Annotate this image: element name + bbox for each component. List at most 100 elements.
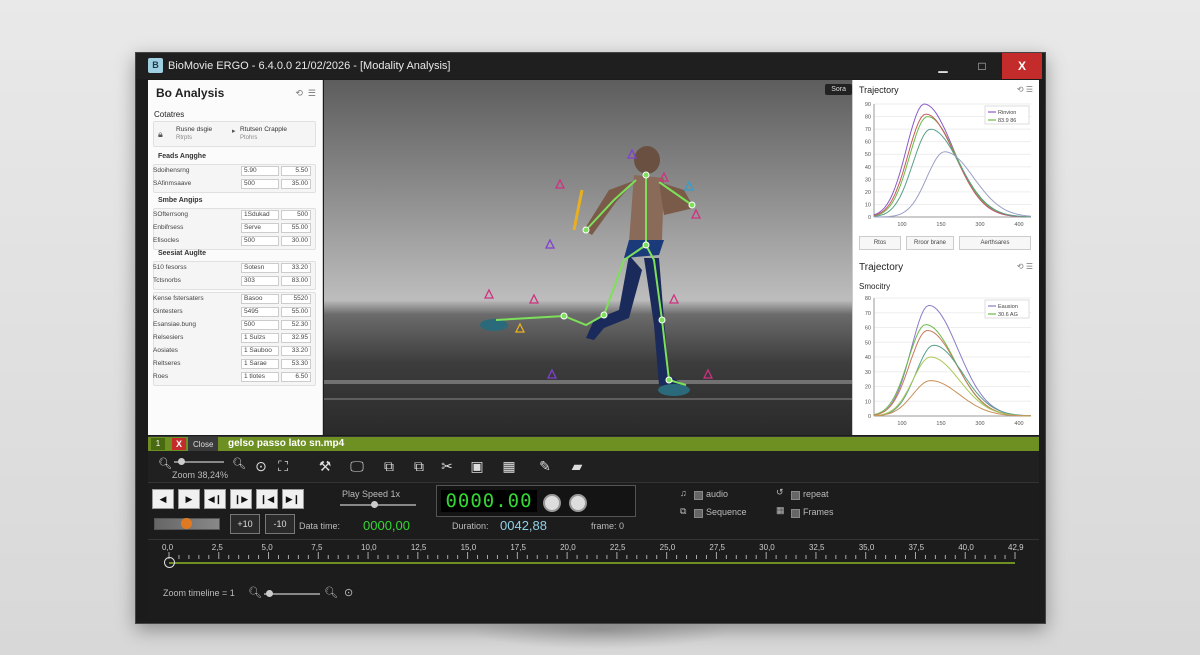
volume-knob[interactable] (181, 518, 192, 529)
angle-row-value[interactable]: 1 tlotes (241, 372, 279, 382)
minimize-button[interactable]: ▁ (923, 53, 963, 79)
maximize-button[interactable]: □ (962, 53, 1002, 79)
edit-note-icon[interactable]: ✎ (536, 457, 554, 475)
angle-row-result[interactable]: 83.00 (281, 276, 311, 286)
fit-screen-icon[interactable]: ⛶ (274, 457, 292, 475)
close-file-icon[interactable]: X (172, 438, 186, 450)
angle-row[interactable]: SAfinmsaave 500 35.00 (153, 179, 311, 190)
angle-row[interactable]: Roes 1 tlotes 6.50 (153, 372, 311, 383)
timeline-zoom-in-icon[interactable]: 🔍︎ (324, 586, 338, 599)
copy-frame-icon[interactable]: ⧉ (410, 457, 428, 475)
snapshot-icon[interactable]: ▦ (500, 457, 518, 475)
menu-icon[interactable]: ☰ (1026, 85, 1033, 94)
speed-slider-knob[interactable] (371, 501, 378, 508)
scissors-icon[interactable]: ✂ (438, 457, 456, 475)
angle-row-value[interactable]: 500 (241, 236, 279, 246)
step-back-button[interactable]: ◀ (152, 489, 174, 509)
angle-row[interactable]: Esansiae.bung 500 52.30 (153, 320, 311, 331)
angle-row-result[interactable]: 52.30 (281, 320, 311, 330)
timeline-playhead[interactable] (164, 557, 175, 568)
angle-row[interactable]: Aosiates 1 Sauboo 33.20 (153, 346, 311, 357)
chart-btn-aerth[interactable]: Aerthsares (959, 236, 1031, 250)
angle-row-value[interactable]: 1Sdukad (241, 210, 279, 220)
monitor-icon[interactable]: 🖵︎ (348, 457, 366, 475)
timeline-zoom-out-icon[interactable]: 🔍︎ (248, 586, 262, 599)
angle-row-result[interactable]: 500 (281, 210, 311, 220)
speedometer-icon[interactable] (543, 494, 561, 512)
close-file-button[interactable]: Close (188, 437, 219, 452)
refresh-icon[interactable]: ⟲ (1017, 85, 1024, 94)
angle-row-result[interactable]: 32.95 (281, 333, 311, 343)
timeline-zoom-reset-icon[interactable]: ⊙ (344, 586, 353, 599)
angle-row[interactable]: 510 fesorss Sotesn 33.20 (153, 263, 311, 274)
timeline-tick-label: 7,5 (311, 543, 323, 552)
angle-row-result[interactable]: 53.30 (281, 359, 311, 369)
angle-row-result[interactable]: 35.00 (281, 179, 311, 189)
stopwatch-icon[interactable] (569, 494, 587, 512)
angle-row[interactable]: SOfterrsong 1Sdukad 500 (153, 210, 311, 221)
angle-row[interactable]: Sdoihensrng 5.90 5.50 (153, 166, 311, 177)
angle-row-value[interactable]: 1 Sarae (241, 359, 279, 369)
go-end-button[interactable]: ▶❙ (282, 489, 304, 509)
sequence-checkbox[interactable] (694, 509, 703, 518)
y-tick-label: 60 (865, 326, 871, 332)
close-window-button[interactable]: X (1002, 53, 1042, 79)
tools-icon[interactable]: ⚒ (316, 457, 334, 475)
menu-icon[interactable]: ☰ (308, 88, 316, 98)
chart-btn-rroor[interactable]: Rroor brane (906, 236, 954, 250)
chart1-icons: ⟲ ☰ (1017, 85, 1033, 94)
angle-row-value[interactable]: 5495 (241, 307, 279, 317)
zoom-in-icon[interactable]: 🔍︎ (230, 455, 248, 473)
angle-row-result[interactable]: 5520 (281, 294, 311, 304)
frames-checkbox[interactable] (791, 509, 800, 518)
mode-card[interactable]: 🔒︎ Rusne dsgie Rtrpts ▸ Rtutsen Crapple … (153, 121, 316, 147)
angle-row[interactable]: Efisocles 500 30.00 (153, 236, 311, 247)
repeat-checkbox[interactable] (791, 491, 800, 500)
angle-row-result[interactable]: 55.00 (281, 223, 311, 233)
angle-row-value[interactable]: 500 (241, 179, 279, 189)
prev-frame-button[interactable]: ◀❙ (204, 489, 226, 509)
angle-row[interactable]: Kense fstersaters Basoo 5520 (153, 294, 311, 305)
chart-btn-rtos[interactable]: Rtos (859, 236, 901, 250)
refresh-icon[interactable]: ⟲ (295, 88, 303, 98)
skip-back-10-button[interactable]: -10 (265, 514, 295, 534)
timeline-zoom-knob[interactable] (266, 590, 273, 597)
next-frame-button[interactable]: ❙▶ (230, 489, 252, 509)
angle-row-value[interactable]: Serve (241, 223, 279, 233)
zoom-slider-knob[interactable] (178, 458, 185, 465)
series-line (874, 151, 1032, 218)
skip-forward-10-button[interactable]: +10 (230, 514, 260, 534)
export-frame-icon[interactable]: ⧉ (380, 457, 398, 475)
timeline-track[interactable] (169, 562, 1015, 564)
eraser-icon[interactable]: ▰ (568, 457, 586, 475)
angle-row[interactable]: Relsesiers 1 Sulzs 32.95 (153, 333, 311, 344)
angle-row-value[interactable]: Basoo (241, 294, 279, 304)
angle-row[interactable]: Gintesters 5495 55.00 (153, 307, 311, 318)
refresh-icon[interactable]: ⟲ (1017, 262, 1024, 271)
angle-row-value[interactable]: 5.90 (241, 166, 279, 176)
angle-row-value[interactable]: Sotesn (241, 263, 279, 273)
angle-row-result[interactable]: 55.00 (281, 307, 311, 317)
angle-row[interactable]: Tctsnorbs 303 83.00 (153, 276, 311, 287)
angle-row-value[interactable]: 1 Sulzs (241, 333, 279, 343)
layers-icon[interactable]: ▣ (468, 457, 486, 475)
angle-row[interactable]: Enbifrsess Serve 55.00 (153, 223, 311, 234)
video-view[interactable]: Sora (324, 80, 852, 435)
angle-row-value[interactable]: 1 Sauboo (241, 346, 279, 356)
menu-icon[interactable]: ☰ (1026, 262, 1033, 271)
zoom-reset-icon[interactable]: ⊙ (252, 457, 270, 475)
legend-label: 83.9 86 (998, 118, 1016, 124)
angle-row-result[interactable]: 6.50 (281, 372, 311, 382)
angle-row-result[interactable]: 5.50 (281, 166, 311, 176)
angle-row-result[interactable]: 30.00 (281, 236, 311, 246)
angle-row[interactable]: Reltseres 1 Sarae 53.30 (153, 359, 311, 370)
go-start-button[interactable]: ❙◀ (256, 489, 278, 509)
angle-row-result[interactable]: 33.20 (281, 263, 311, 273)
angle-row-value[interactable]: 303 (241, 276, 279, 286)
play-button[interactable]: ▶ (178, 489, 200, 509)
angle-row-value[interactable]: 500 (241, 320, 279, 330)
angle-row-label: Tctsnorbs (153, 277, 181, 284)
angle-row-result[interactable]: 33.20 (281, 346, 311, 356)
audio-checkbox[interactable] (694, 491, 703, 500)
speed-slider-track[interactable] (340, 504, 416, 506)
